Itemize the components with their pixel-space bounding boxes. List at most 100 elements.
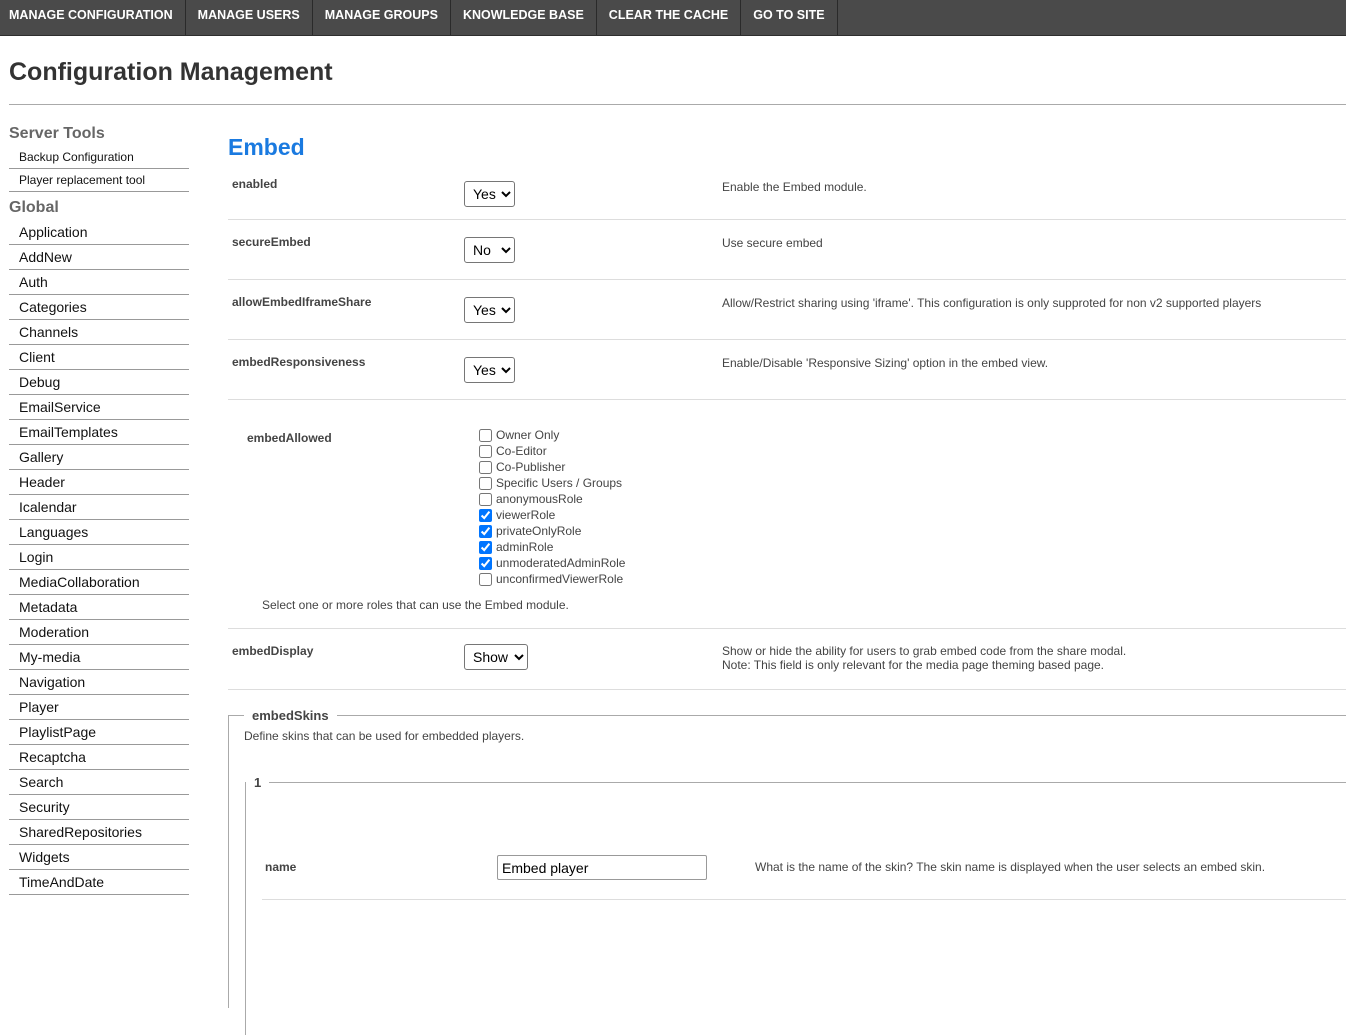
sidebar-item-sharedrepositories[interactable]: SharedRepositories: [9, 820, 189, 845]
role-option-co-publisher[interactable]: Co-Publisher: [478, 459, 625, 475]
sidebar-item-languages[interactable]: Languages: [9, 520, 189, 545]
sidebar-item-search[interactable]: Search: [9, 770, 189, 795]
sidebar-item-debug[interactable]: Debug: [9, 370, 189, 395]
nav-knowledge-base[interactable]: KNOWLEDGE BASE: [451, 0, 597, 35]
embed-display-select[interactable]: ShowHide: [464, 644, 528, 670]
role-label: Co-Editor: [496, 444, 547, 458]
sidebar-item-player[interactable]: Player: [9, 695, 189, 720]
sidebar-item-channels[interactable]: Channels: [9, 320, 189, 345]
setting-label: embedAllowed: [247, 431, 332, 445]
sidebar-item-my-media[interactable]: My-media: [9, 645, 189, 670]
setting-label: embedDisplay: [232, 644, 314, 658]
role-checkbox[interactable]: [479, 556, 492, 570]
setting-description: Enable the Embed module.: [722, 180, 867, 194]
sidebar-item-backup-configuration[interactable]: Backup Configuration: [9, 146, 189, 169]
sidebar-item-timeanddate[interactable]: TimeAndDate: [9, 870, 189, 895]
setting-row-allowembediframeshare: allowEmbedIframeShare YesNo Allow/Restrict…: [228, 280, 1346, 340]
nav-manage-configuration[interactable]: MANAGE CONFIGURATION: [0, 0, 186, 35]
role-checklist: Owner Only Co-Editor Co-Publisher Specific …: [478, 427, 625, 587]
sidebar-item-mediacollaboration[interactable]: MediaCollaboration: [9, 570, 189, 595]
role-option-viewerrole[interactable]: viewerRole: [478, 507, 625, 523]
setting-description: Enable/Disable 'Responsive Sizing' optio…: [722, 356, 1049, 370]
server-tools-heading: Server Tools: [9, 125, 105, 142]
role-checkbox[interactable]: [479, 476, 492, 490]
role-label: Co-Publisher: [496, 460, 566, 474]
embed-allowed-row: embedAllowed Owner Only Co-Editor Co-Publi…: [228, 400, 1346, 629]
role-option-adminrole[interactable]: adminRole: [478, 539, 625, 555]
sidebar: Server Tools Backup Configuration Player …: [9, 122, 189, 895]
role-option-specific-users-groups[interactable]: Specific Users / Groups: [478, 475, 625, 491]
allowembediframeshare-select[interactable]: YesNo: [464, 297, 515, 323]
embed-skins-description: Define skins that can be used for embedd…: [244, 729, 525, 743]
role-option-owner-only[interactable]: Owner Only: [478, 427, 625, 443]
role-option-anonymousrole[interactable]: anonymousRole: [478, 491, 625, 507]
enabled-select[interactable]: YesNo: [464, 181, 515, 207]
nav-manage-users[interactable]: MANAGE USERS: [186, 0, 313, 35]
sidebar-item-categories[interactable]: Categories: [9, 295, 189, 320]
sidebar-item-security[interactable]: Security: [9, 795, 189, 820]
embedresponsiveness-select[interactable]: YesNo: [464, 357, 515, 383]
embed-display-description-line2: Note: This field is only relevant for th…: [722, 658, 1105, 672]
role-label: Owner Only: [496, 428, 560, 442]
nav-manage-groups[interactable]: MANAGE GROUPS: [313, 0, 451, 35]
sidebar-item-login[interactable]: Login: [9, 545, 189, 570]
sidebar-item-application[interactable]: Application: [9, 220, 189, 245]
sidebar-item-player-replacement-tool[interactable]: Player replacement tool: [9, 169, 189, 192]
embed-allowed-hint: Select one or more roles that can use th…: [262, 598, 569, 612]
setting-row-enabled: enabled YesNo Enable the Embed module.: [228, 164, 1346, 220]
role-label: unconfirmedViewerRole: [496, 572, 624, 586]
role-checkbox[interactable]: [479, 428, 492, 442]
setting-row-secureembed: secureEmbed YesNo Use secure embed: [228, 220, 1346, 280]
setting-description: Allow/Restrict sharing using 'iframe'. T…: [722, 296, 1262, 310]
setting-description: Use secure embed: [722, 236, 823, 250]
skin-name-row: name What is the name of the skin? The s…: [262, 855, 1346, 900]
sidebar-item-navigation[interactable]: Navigation: [9, 670, 189, 695]
sidebar-item-addnew[interactable]: AddNew: [9, 245, 189, 270]
role-label: adminRole: [496, 540, 554, 554]
sidebar-item-emailtemplates[interactable]: EmailTemplates: [9, 420, 189, 445]
settings-list: enabled YesNo Enable the Embed module. secu…: [228, 164, 1346, 400]
nav-clear-the-cache[interactable]: CLEAR THE CACHE: [597, 0, 742, 35]
role-label: Specific Users / Groups: [496, 476, 623, 490]
top-navigation: MANAGE CONFIGURATION MANAGE USERS MANAGE…: [0, 0, 1346, 36]
role-label: anonymousRole: [496, 492, 583, 506]
skin-fieldset: 1 name What is the name of the skin? The…: [245, 775, 1346, 1035]
sidebar-item-metadata[interactable]: Metadata: [9, 595, 189, 620]
role-option-unmoderatedadminrole[interactable]: unmoderatedAdminRole: [478, 555, 625, 571]
setting-label: secureEmbed: [232, 235, 311, 249]
sidebar-item-playlistpage[interactable]: PlaylistPage: [9, 720, 189, 745]
title-divider: [9, 104, 1346, 105]
role-checkbox[interactable]: [479, 572, 492, 586]
role-label: viewerRole: [496, 508, 556, 522]
skin-legend: 1: [254, 775, 262, 790]
role-label: privateOnlyRole: [496, 524, 582, 538]
role-checkbox[interactable]: [479, 460, 492, 474]
role-checkbox[interactable]: [479, 508, 492, 522]
sidebar-item-client[interactable]: Client: [9, 345, 189, 370]
sidebar-item-widgets[interactable]: Widgets: [9, 845, 189, 870]
sidebar-item-icalendar[interactable]: Icalendar: [9, 495, 189, 520]
role-checkbox[interactable]: [479, 492, 492, 506]
role-option-privateonlyrole[interactable]: privateOnlyRole: [478, 523, 625, 539]
secureembed-select[interactable]: YesNo: [464, 237, 515, 263]
role-checkbox[interactable]: [479, 524, 492, 538]
sidebar-item-header[interactable]: Header: [9, 470, 189, 495]
nav-go-to-site[interactable]: GO TO SITE: [741, 0, 838, 35]
role-label: unmoderatedAdminRole: [496, 556, 626, 570]
embed-skins-legend: embedSkins: [252, 708, 329, 723]
sidebar-item-moderation[interactable]: Moderation: [9, 620, 189, 645]
setting-label: embedResponsiveness: [232, 355, 366, 369]
global-heading: Global: [9, 199, 59, 216]
role-checkbox[interactable]: [479, 540, 492, 554]
role-checkbox[interactable]: [479, 444, 492, 458]
skin-name-description: What is the name of the skin? The skin n…: [755, 860, 1266, 874]
skin-name-input[interactable]: [497, 855, 707, 880]
role-option-unconfirmedviewerrole[interactable]: unconfirmedViewerRole: [478, 571, 625, 587]
server-tools-list: Backup Configuration Player replacement t…: [9, 146, 189, 192]
sidebar-item-gallery[interactable]: Gallery: [9, 445, 189, 470]
embed-display-row: embedDisplay ShowHide Show or hide the a…: [228, 629, 1346, 690]
sidebar-item-emailservice[interactable]: EmailService: [9, 395, 189, 420]
role-option-co-editor[interactable]: Co-Editor: [478, 443, 625, 459]
sidebar-item-auth[interactable]: Auth: [9, 270, 189, 295]
sidebar-item-recaptcha[interactable]: Recaptcha: [9, 745, 189, 770]
